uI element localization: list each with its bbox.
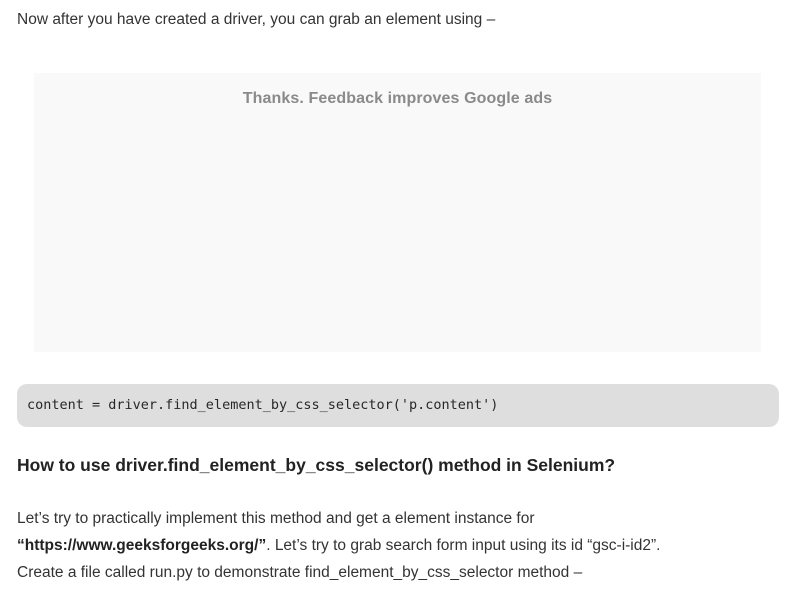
url-bold-text: “https://www.geeksforgeeks.org/” bbox=[17, 537, 267, 554]
body-paragraph: Let’s try to practically implement this … bbox=[17, 505, 787, 586]
code-line: content = driver.find_element_by_css_sel… bbox=[27, 397, 499, 413]
paragraph-text-part2: . Let’s try to grab search form input us… bbox=[266, 537, 661, 554]
code-block: content = driver.find_element_by_css_sel… bbox=[17, 384, 779, 427]
ad-placeholder: Thanks. Feedback improves Google ads bbox=[34, 73, 761, 352]
ad-feedback-text: Thanks. Feedback improves Google ads bbox=[242, 90, 553, 107]
intro-paragraph: Now after you have created a driver, you… bbox=[17, 11, 496, 28]
section-heading: How to use driver.find_element_by_css_se… bbox=[17, 455, 616, 475]
article-page: Now after you have created a driver, you… bbox=[0, 0, 807, 592]
paragraph-text-part3: Create a file called run.py to demonstra… bbox=[17, 564, 583, 581]
paragraph-text-part1: Let’s try to practically implement this … bbox=[17, 510, 535, 527]
